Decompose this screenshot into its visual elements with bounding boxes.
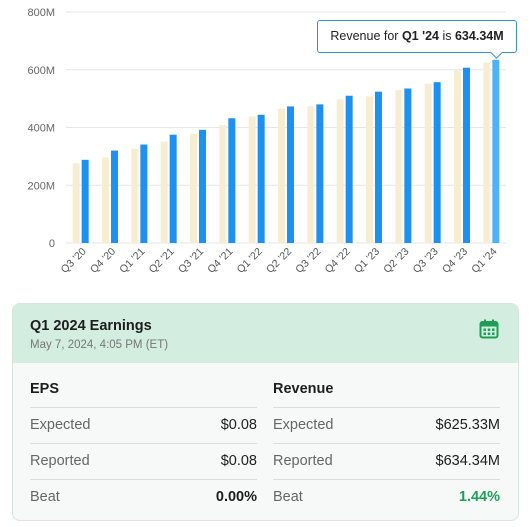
- bar-actual[interactable]: [463, 67, 470, 243]
- earnings-title: Q1 2024 Earnings: [30, 318, 152, 334]
- eps-reported-label: Reported: [30, 453, 90, 469]
- bar-actual[interactable]: [81, 159, 89, 243]
- tooltip-quarter: Q1 '24: [401, 29, 439, 43]
- bar-expected[interactable]: [307, 106, 315, 243]
- x-tick-label: Q3 '21: [176, 246, 206, 276]
- earnings-date: May 7, 2024, 4:05 PM (ET): [30, 339, 169, 351]
- revenue-heading: Revenue: [273, 381, 334, 397]
- x-tick-label: Q2 '22: [264, 246, 294, 276]
- x-tick-label: Q3 '20: [59, 246, 89, 276]
- y-tick-label: 200M: [27, 180, 55, 192]
- revenue-row-reported: Reported $634.34M: [273, 443, 500, 479]
- bar-expected[interactable]: [424, 83, 432, 243]
- bar-expected[interactable]: [131, 148, 139, 243]
- revenue-reported-value: $634.34M: [435, 453, 501, 469]
- bar-actual[interactable]: [375, 91, 382, 243]
- bar-expected[interactable]: [366, 96, 373, 243]
- bar-expected[interactable]: [395, 89, 403, 244]
- bar-expected[interactable]: [336, 99, 344, 243]
- x-tick-label: Q1 '23: [352, 246, 382, 276]
- bar-expected[interactable]: [102, 157, 109, 243]
- bar-actual[interactable]: [345, 95, 353, 243]
- chart-tooltip: Revenue for Q1 '24 is 634.34M: [317, 20, 517, 53]
- bar-actual[interactable]: [492, 59, 500, 244]
- bar-expected[interactable]: [483, 62, 491, 244]
- x-tick-label: Q1 '21: [117, 246, 147, 276]
- x-tick-label: Q1 '22: [235, 246, 265, 276]
- bar-actual[interactable]: [433, 82, 441, 243]
- y-tick-label: 800M: [27, 7, 55, 19]
- bar-actual[interactable]: [404, 88, 412, 243]
- revenue-reported-label: Reported: [273, 453, 333, 469]
- bar-actual[interactable]: [228, 118, 236, 243]
- eps-beat-value: 0.00%: [215, 489, 257, 505]
- eps-heading: EPS: [30, 381, 60, 397]
- tooltip-prefix: Revenue for: [330, 29, 399, 43]
- bar-actual[interactable]: [199, 129, 206, 243]
- bar-expected[interactable]: [454, 70, 461, 244]
- earnings-card: Q1 2024 Earnings May 7, 2024, 4:05 PM (E…: [12, 303, 519, 521]
- bar-actual[interactable]: [169, 134, 177, 243]
- revenue-beat-value: 1.44%: [458, 489, 500, 505]
- bar-expected[interactable]: [248, 116, 256, 243]
- revenue-expected-value: $625.33M: [435, 417, 501, 433]
- bar-expected[interactable]: [278, 108, 285, 243]
- revenue-row-expected: Expected $625.33M: [273, 407, 500, 443]
- eps-beat-label: Beat: [30, 489, 60, 505]
- bar-expected[interactable]: [190, 133, 197, 243]
- x-tick-label: Q2 '23: [381, 246, 411, 276]
- calendar-icon[interactable]: [479, 319, 499, 339]
- tooltip-value: 634.34M: [454, 29, 504, 43]
- eps-row-beat: Beat 0.00%: [30, 479, 257, 515]
- y-tick-label: 600M: [27, 65, 55, 77]
- revenue-row-beat: Beat 1.44%: [273, 479, 500, 515]
- x-tick-label: Q4 '23: [440, 246, 470, 276]
- x-tick-label: Q1 '24: [469, 246, 499, 276]
- bar-actual[interactable]: [316, 104, 324, 244]
- eps-expected-label: Expected: [30, 417, 91, 433]
- x-tick-label: Q4 '20: [88, 246, 118, 276]
- bar-expected[interactable]: [219, 124, 227, 243]
- y-tick-label: 0: [49, 238, 55, 250]
- revenue-expected-label: Expected: [273, 417, 334, 433]
- x-tick-label: Q4 '21: [205, 246, 235, 276]
- bar-actual[interactable]: [111, 150, 118, 243]
- x-tick-label: Q2 '21: [147, 246, 177, 276]
- x-tick-label: Q3 '22: [293, 246, 323, 276]
- bar-actual[interactable]: [257, 114, 265, 243]
- x-tick-label: Q4 '22: [323, 246, 353, 276]
- eps-reported-value: $0.08: [220, 453, 257, 469]
- eps-expected-value: $0.08: [220, 417, 257, 433]
- earnings-card-header: Q1 2024 Earnings May 7, 2024, 4:05 PM (E…: [13, 304, 518, 363]
- bar-actual[interactable]: [287, 106, 294, 243]
- x-tick-label: Q3 '23: [411, 246, 441, 276]
- tooltip-middle: is: [442, 29, 452, 43]
- bar-actual[interactable]: [140, 144, 148, 243]
- bar-expected[interactable]: [72, 163, 80, 243]
- eps-row-reported: Reported $0.08: [30, 443, 257, 479]
- bar-expected[interactable]: [160, 141, 168, 243]
- revenue-beat-label: Beat: [273, 489, 303, 505]
- y-tick-label: 400M: [27, 123, 55, 135]
- eps-row-expected: Expected $0.08: [30, 407, 257, 443]
